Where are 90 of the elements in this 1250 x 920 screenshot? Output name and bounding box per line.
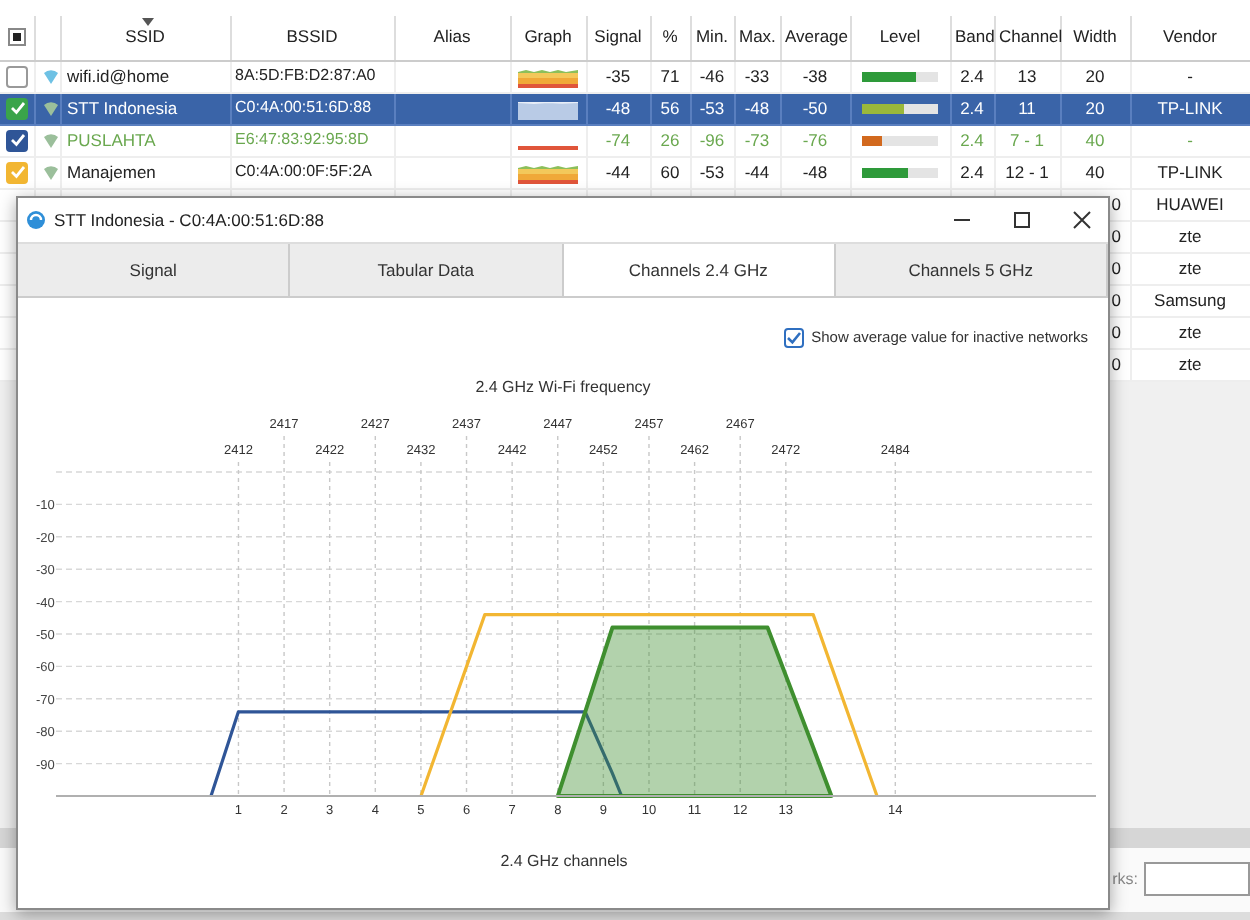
signal-graph bbox=[518, 69, 578, 87]
column-header[interactable]: Channel bbox=[999, 26, 1063, 47]
select-all-checkbox[interactable] bbox=[7, 28, 26, 47]
maximize-icon bbox=[1012, 210, 1032, 230]
table-cell: C0:4A:00:0F:5F:2A bbox=[230, 156, 394, 188]
table-cell: E6:47:83:92:95:8D bbox=[230, 124, 394, 156]
table-cell: 11 bbox=[994, 92, 1060, 124]
table-cell: 7 - 1 bbox=[994, 124, 1060, 156]
table-cell: - bbox=[1130, 124, 1250, 156]
field-label: rks: bbox=[1112, 867, 1138, 891]
column-header[interactable]: Min. bbox=[695, 26, 729, 47]
input-field[interactable] bbox=[1144, 862, 1250, 896]
window-title: STT Indonesia - C0:4A:00:51:6D:88 bbox=[54, 207, 326, 233]
table-cell: -35 bbox=[586, 60, 650, 92]
table-cell: 26 bbox=[650, 124, 690, 156]
table-cell: -48 bbox=[734, 92, 780, 124]
table-cell: 2.4 bbox=[950, 124, 994, 156]
table-row[interactable]: STT Indonesia C0:4A:00:51:6D:88 -48 56 -53 -48 -50 2.4 11 20 TP-LINK bbox=[0, 92, 1250, 124]
table-cell: -53 bbox=[690, 156, 734, 188]
table-cell: wifi.id@home bbox=[60, 60, 230, 92]
table-cell: TP-LINK bbox=[1130, 156, 1250, 188]
table-cell: PUSLAHTA bbox=[60, 124, 230, 156]
table-cell: -44 bbox=[734, 156, 780, 188]
table-cell: zte bbox=[1130, 316, 1250, 348]
column-header[interactable]: Graph bbox=[524, 26, 572, 47]
sort-icon bbox=[141, 18, 153, 26]
table-cell: 2.4 bbox=[950, 60, 994, 92]
column-header[interactable]: Alias bbox=[433, 26, 471, 47]
column-header[interactable]: Width bbox=[1073, 26, 1117, 47]
axis-title: 2.4 GHz channels bbox=[500, 852, 628, 871]
level-bar bbox=[862, 135, 938, 146]
level-bar bbox=[862, 71, 938, 82]
checkbox[interactable] bbox=[783, 327, 804, 348]
table-cell: zte bbox=[1130, 252, 1250, 284]
tab[interactable]: Tabular Data bbox=[290, 244, 563, 296]
row-checkbox[interactable] bbox=[6, 129, 28, 152]
table-cell: TP-LINK bbox=[1130, 92, 1250, 124]
table-cell: STT Indonesia bbox=[60, 92, 230, 124]
row-checkbox[interactable] bbox=[6, 161, 28, 184]
table-cell: 71 bbox=[650, 60, 690, 92]
table-cell: -48 bbox=[780, 156, 850, 188]
column-header[interactable]: Average bbox=[785, 26, 849, 47]
table-cell: -96 bbox=[690, 124, 734, 156]
table-cell: -76 bbox=[780, 124, 850, 156]
table-cell: -48 bbox=[586, 92, 650, 124]
chart-title: 2.4 GHz Wi-Fi frequency bbox=[475, 376, 651, 401]
table-row[interactable]: wifi.id@home 8A:5D:FB:D2:87:A0 -35 71 -46 -33 -38 2.4 13 20 - bbox=[0, 60, 1250, 92]
column-header[interactable]: % bbox=[662, 26, 678, 47]
tab[interactable]: Channels 2.4 GHz bbox=[563, 244, 836, 296]
column-header[interactable]: BSSID bbox=[286, 26, 338, 47]
column-header[interactable]: Max. bbox=[739, 26, 776, 47]
table-cell: C0:4A:00:51:6D:88 bbox=[230, 92, 394, 124]
table-cell: 40 bbox=[1060, 156, 1130, 188]
table-cell: zte bbox=[1130, 348, 1250, 380]
table-cell: 8A:5D:FB:D2:87:A0 bbox=[230, 60, 394, 92]
column-header[interactable]: Level bbox=[879, 26, 921, 47]
column-header[interactable]: SSID bbox=[125, 26, 165, 47]
table-cell: -74 bbox=[586, 124, 650, 156]
table-cell: -38 bbox=[780, 60, 850, 92]
table-cell: -46 bbox=[690, 60, 734, 92]
column-header[interactable]: Band bbox=[955, 26, 995, 47]
table-cell: 2.4 bbox=[950, 156, 994, 188]
table-cell: 20 bbox=[1060, 60, 1130, 92]
table-row[interactable]: Manajemen C0:4A:00:0F:5F:2A -44 60 -53 -44 -48 2.4 12 - 1 40 TP-LINK bbox=[0, 156, 1250, 188]
table-cell: -33 bbox=[734, 60, 780, 92]
signal-graph bbox=[518, 165, 578, 183]
tab[interactable]: Signal bbox=[18, 244, 291, 296]
table-cell: zte bbox=[1130, 220, 1250, 252]
column-header[interactable]: Vendor bbox=[1163, 26, 1217, 47]
table-cell: Samsung bbox=[1130, 284, 1250, 316]
row-checkbox[interactable] bbox=[6, 97, 28, 120]
table-cell: -73 bbox=[734, 124, 780, 156]
table-cell: 20 bbox=[1060, 92, 1130, 124]
app-icon bbox=[26, 210, 46, 230]
signal-graph bbox=[518, 101, 578, 119]
table-cell: 60 bbox=[650, 156, 690, 188]
table-cell: 40 bbox=[1060, 124, 1130, 156]
level-bar bbox=[862, 167, 938, 178]
level-bar bbox=[862, 103, 938, 114]
tab[interactable]: Channels 5 GHz bbox=[835, 244, 1108, 296]
column-header[interactable]: Signal bbox=[594, 26, 642, 47]
table-cell: 12 - 1 bbox=[994, 156, 1060, 188]
row-checkbox[interactable] bbox=[6, 65, 28, 88]
table-cell: - bbox=[1130, 60, 1250, 92]
table-cell: -44 bbox=[586, 156, 650, 188]
table-cell: Manajemen bbox=[60, 156, 230, 188]
table-cell: HUAWEI bbox=[1130, 188, 1250, 220]
close-icon bbox=[1072, 210, 1092, 230]
table-cell: 13 bbox=[994, 60, 1060, 92]
table-cell: -50 bbox=[780, 92, 850, 124]
